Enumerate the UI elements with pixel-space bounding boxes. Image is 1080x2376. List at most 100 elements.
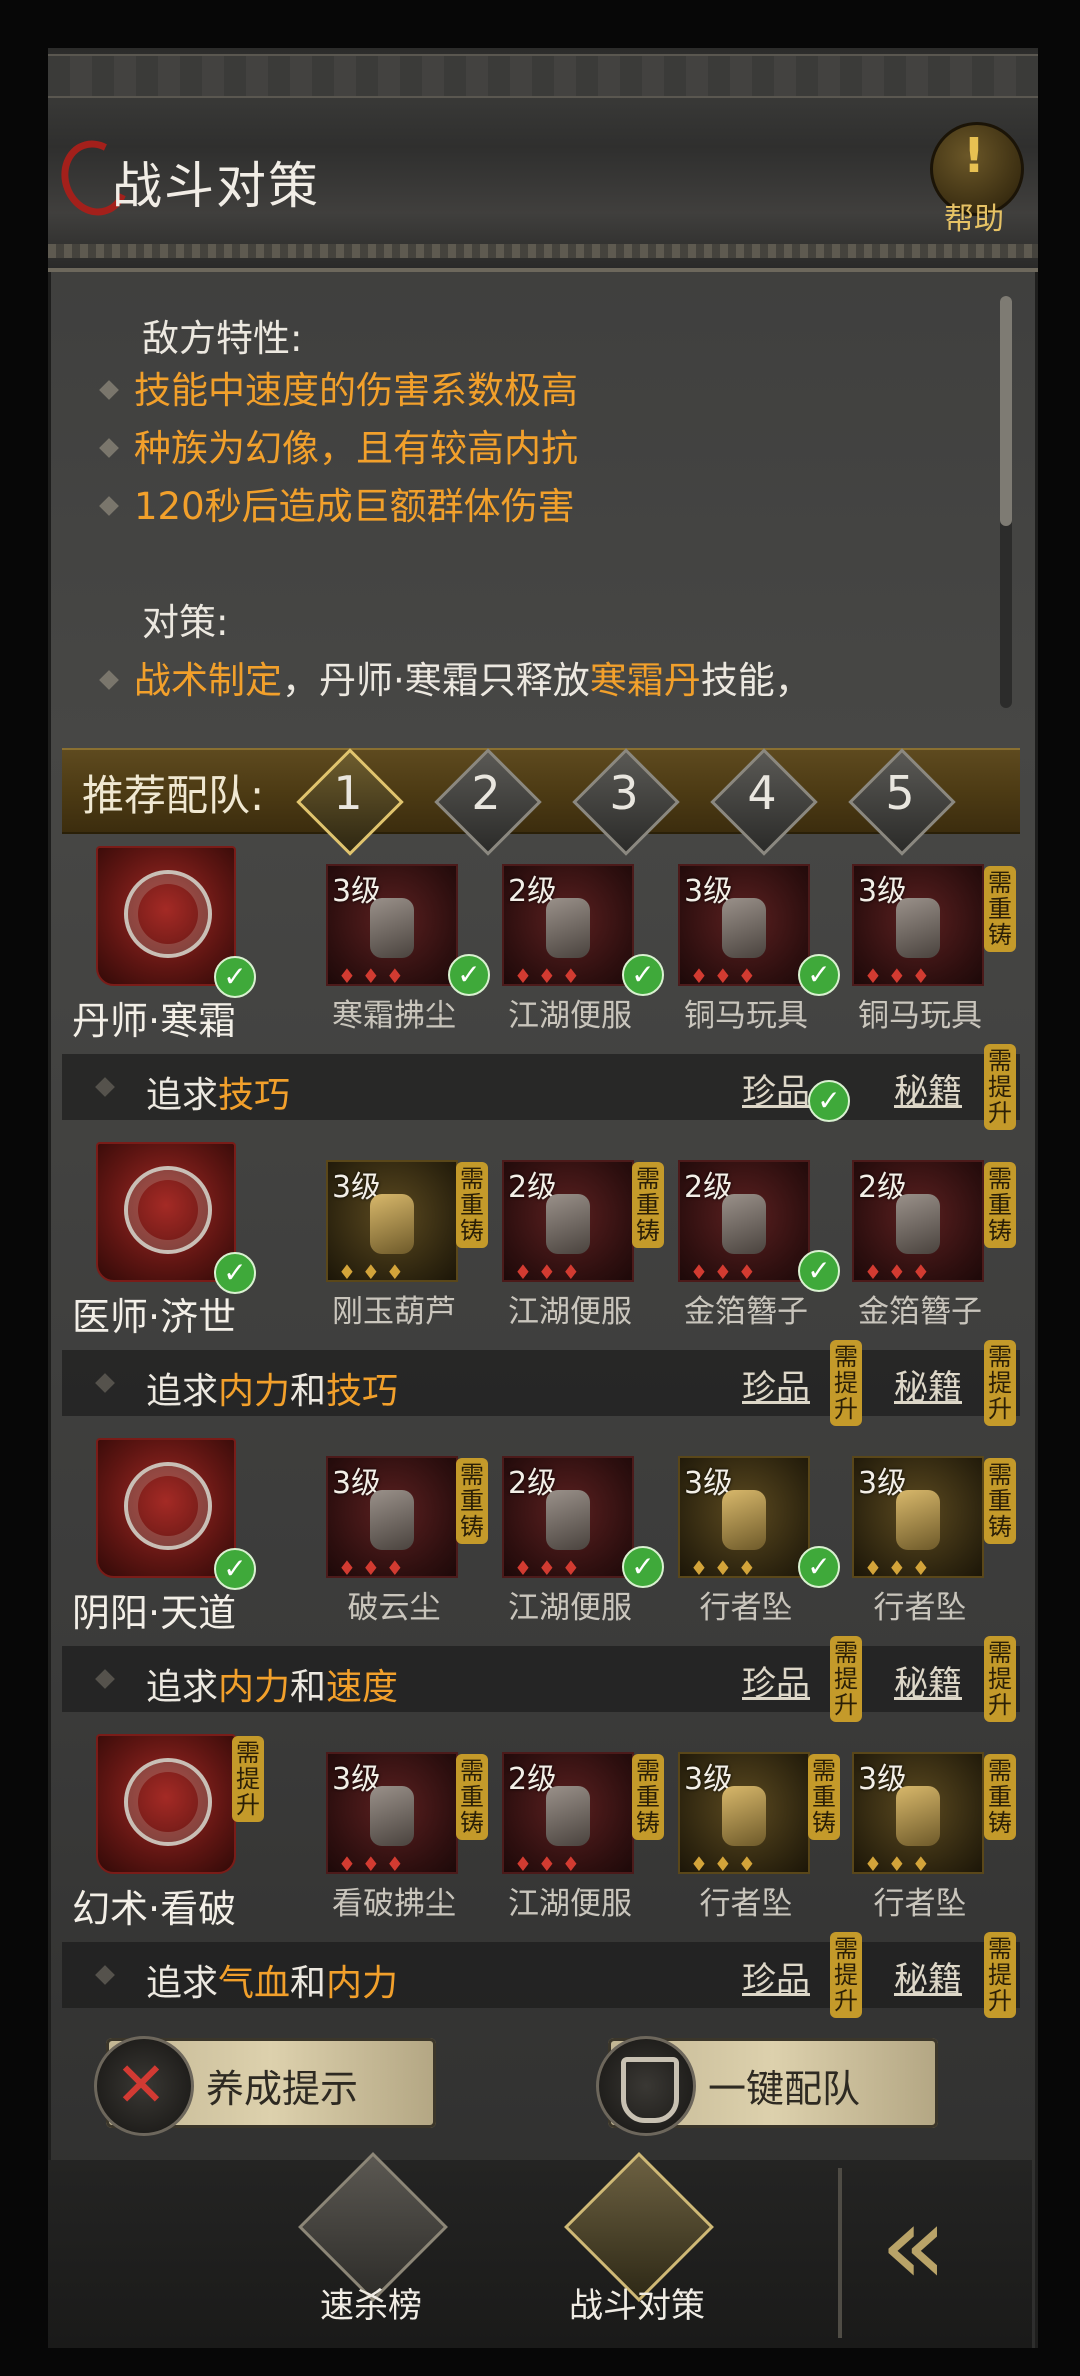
pendant-icon xyxy=(722,1786,766,1846)
pursue-text: 追求气血和内力 xyxy=(146,1954,398,2006)
gem-slots: ♦♦♦ xyxy=(514,1260,586,1284)
pendant-icon xyxy=(896,1490,940,1550)
eye-emblem-icon xyxy=(124,1758,212,1846)
team-tab-3[interactable]: 3 xyxy=(572,748,680,856)
trait-line-1: 技能中速度的伤害系数极高 xyxy=(90,360,578,414)
trait-text: 120秒后造成巨额群体伤害 xyxy=(134,485,575,528)
character-portrait[interactable] xyxy=(96,846,236,986)
collapse-arrow-icon[interactable]: « xyxy=(880,2190,1020,2300)
manual-link[interactable]: 秘籍 xyxy=(894,1360,962,1409)
equipment-slot[interactable]: 2级 ♦♦♦ xyxy=(502,1752,634,1882)
item-name: 江湖便服 xyxy=(508,1590,632,1626)
manual-link[interactable]: 秘籍 xyxy=(894,1064,962,1113)
gem-slots: ♦♦♦ xyxy=(864,1852,936,1876)
character-portrait[interactable] xyxy=(96,1438,236,1578)
upgrade-badge: 需提升 xyxy=(984,1932,1016,2018)
trait-line-2: 种族为幻像，且有较高内抗 xyxy=(90,418,578,472)
equipment-slot[interactable]: 2级 ♦♦♦ xyxy=(852,1160,984,1290)
pursue-joiner: 和 xyxy=(290,1667,327,1708)
tab-label: 速杀榜 xyxy=(320,2286,422,2326)
team-tab-4[interactable]: 4 xyxy=(710,748,818,856)
equipment-slot[interactable]: 3级 ♦♦♦ xyxy=(326,1752,458,1882)
snowflake-emblem-icon xyxy=(124,870,212,958)
pursue-prefix: 追求 xyxy=(146,1075,219,1116)
page-title: 战斗对策 xyxy=(112,157,320,215)
pursue-attribute: 技巧 xyxy=(218,1075,291,1116)
develop-hint-icon[interactable]: ✕ xyxy=(94,2036,194,2136)
character-name: 幻术·看破 xyxy=(72,1887,237,1931)
treasure-link[interactable]: 珍品 xyxy=(742,1360,810,1409)
recast-badge: 需重铸 xyxy=(984,1458,1016,1544)
pendant-icon xyxy=(722,1490,766,1550)
pursue-attribute: 技巧 xyxy=(326,1371,399,1412)
equipment-slot[interactable]: 2级 ♦♦♦ xyxy=(502,864,634,994)
equipment-slot[interactable]: 3级 ♦♦♦ xyxy=(852,864,984,994)
gem-slots: ♦♦♦ xyxy=(514,1852,586,1876)
item-name: 看破拂尘 xyxy=(332,1886,456,1922)
team-tab-5[interactable]: 5 xyxy=(848,748,956,856)
character-name: 丹师·寒霜 xyxy=(72,999,237,1043)
treasure-link[interactable]: 珍品 xyxy=(742,1952,810,2001)
pursue-attribute: 内力 xyxy=(218,1667,291,1708)
manual-link[interactable]: 秘籍 xyxy=(894,1952,962,2001)
equipment-slot[interactable]: 3级 ♦♦♦ xyxy=(326,1160,458,1290)
strategy-text: 技能， xyxy=(700,659,812,702)
pursue-bar: 追求气血和内力 xyxy=(62,1942,1020,2008)
recast-badge: 需重铸 xyxy=(984,1162,1016,1248)
equipment-slot[interactable]: 2级 ♦♦♦ xyxy=(502,1456,634,1586)
gem-slots: ♦♦♦ xyxy=(864,964,936,988)
pursue-bar: 追求内力和技巧 xyxy=(62,1350,1020,1416)
item-name: 江湖便服 xyxy=(508,1886,632,1922)
item-name: 金箔簪子 xyxy=(858,1294,982,1330)
tab-speed-rank[interactable]: 速杀榜 xyxy=(286,2152,456,2338)
enemy-info-scroll[interactable]: 敌方特性: 技能中速度的伤害系数极高 种族为幻像，且有较高内抗 120秒后造成巨… xyxy=(90,300,990,710)
equipment-slot[interactable]: 3级 ♦♦♦ xyxy=(678,864,810,994)
equipment-slot[interactable]: 3级 ♦♦♦ xyxy=(678,1752,810,1882)
gem-slots: ♦♦♦ xyxy=(690,1260,762,1284)
manual-link[interactable]: 秘籍 xyxy=(894,1656,962,1705)
exclamation-icon: ! xyxy=(963,128,985,184)
gem-slots: ♦♦♦ xyxy=(690,1852,762,1876)
cloud-emblem-icon xyxy=(124,1462,212,1550)
team-number: 3 xyxy=(609,766,639,820)
one-click-team-icon[interactable] xyxy=(596,2036,696,2136)
gem-slots: ♦♦♦ xyxy=(514,964,586,988)
gem-slots: ♦♦♦ xyxy=(338,1852,410,1876)
bullet-diamond-icon xyxy=(99,669,119,690)
character-name: 医师·济世 xyxy=(72,1295,237,1339)
equipment-slot[interactable]: 3级 ♦♦♦ xyxy=(326,1456,458,1586)
team-tab-2[interactable]: 2 xyxy=(434,748,542,856)
equipment-slot[interactable]: 3级 ♦♦♦ xyxy=(326,864,458,994)
bullet-diamond-icon xyxy=(99,495,119,516)
equipment-slot[interactable]: 3级 ♦♦♦ xyxy=(852,1456,984,1586)
pursue-text: 追求内力和速度 xyxy=(146,1658,398,1710)
team-tab-1[interactable]: 1 xyxy=(296,748,404,856)
bullet-diamond-icon xyxy=(95,1373,115,1393)
treasure-link[interactable]: 珍品 xyxy=(742,1656,810,1705)
treasure-link[interactable]: 珍品 xyxy=(742,1064,810,1113)
robe-icon xyxy=(546,898,590,958)
gem-slots: ♦♦♦ xyxy=(690,1556,762,1580)
help-button[interactable]: ! 帮助 xyxy=(926,122,1024,237)
bullet-diamond-icon xyxy=(99,379,119,400)
scrollbar-thumb[interactable] xyxy=(1000,296,1012,526)
pursue-attribute: 速度 xyxy=(326,1667,399,1708)
tab-battle-strategy[interactable]: 战斗对策 xyxy=(552,2152,722,2338)
bullet-diamond-icon xyxy=(95,1077,115,1097)
upgrade-badge: 需提升 xyxy=(830,1340,862,1426)
item-name: 行者坠 xyxy=(699,1590,793,1626)
equipment-slot[interactable]: 2级 ♦♦♦ xyxy=(502,1160,634,1290)
pursue-text: 追求技巧 xyxy=(146,1066,290,1118)
pursue-text: 追求内力和技巧 xyxy=(146,1362,398,1414)
pursue-attribute: 气血 xyxy=(218,1963,291,2004)
character-portrait[interactable] xyxy=(96,1142,236,1282)
footer-divider xyxy=(838,2168,842,2338)
header-pattern-band xyxy=(48,54,1038,98)
equipment-slot[interactable]: 3级 ♦♦♦ xyxy=(852,1752,984,1882)
equipment-slot[interactable]: 3级 ♦♦♦ xyxy=(678,1456,810,1586)
gem-slots: ♦♦♦ xyxy=(338,1556,410,1580)
bronze-horse-icon xyxy=(722,898,766,958)
character-portrait[interactable] xyxy=(96,1734,236,1874)
swirl-emblem-icon xyxy=(124,1166,212,1254)
equipment-slot[interactable]: 2级 ♦♦♦ xyxy=(678,1160,810,1290)
